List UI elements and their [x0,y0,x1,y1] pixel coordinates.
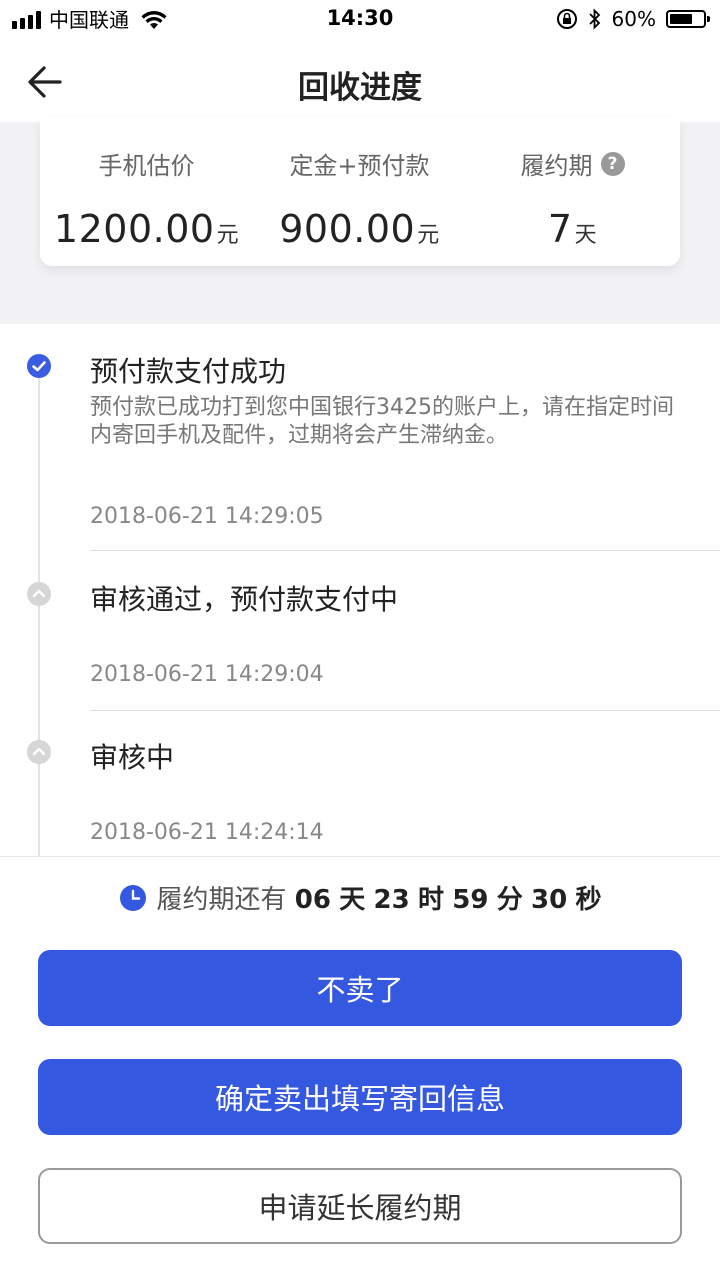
battery-percent: 60% [611,7,656,31]
countdown: 履约期还有 06 天 23 时 59 分 30 秒 [0,879,720,916]
progress-timeline: 预付款支付成功 预付款已成功打到您中国银行3425的账户上，请在指定时间内寄回手… [0,324,720,856]
page-title: 回收进度 [298,70,422,106]
rotation-lock-icon [556,9,577,29]
status-right: 60% [556,7,710,31]
chevron-up-icon [27,740,51,764]
estimate-column: 手机估价 1200.00元 [40,118,253,251]
deposit-column: 定金+预付款 900.00元 [253,118,466,251]
countdown-seconds-unit: 秒 [575,885,602,915]
cancel-sale-button[interactable]: 不卖了 [38,950,682,1026]
battery-icon [666,10,710,28]
clock-icon [119,884,146,911]
timeline-time: 2018-06-21 14:24:14 [90,820,324,845]
bottom-panel: 履约期还有 06 天 23 时 59 分 30 秒 不卖了 确定卖出填写寄回信息… [0,856,720,1281]
period-label: 履约期 [520,152,593,180]
check-icon [27,354,51,378]
timeline-description: 预付款已成功打到您中国银行3425的账户上，请在指定时间内寄回手机及配件，过期将… [90,395,674,448]
timeline-time: 2018-06-21 14:29:05 [90,504,324,529]
timeline-time: 2018-06-21 14:29:04 [90,662,324,687]
deposit-label: 定金+预付款 [289,152,430,180]
deposit-unit: 元 [417,223,440,248]
divider [90,550,720,551]
timeline-title: 审核通过，预付款支付中 [90,583,399,616]
deposit-value: 900.00 [279,207,416,251]
estimate-unit: 元 [216,223,240,248]
timeline-title: 审核中 [90,741,175,774]
question-circle-icon[interactable]: ? [600,151,625,176]
summary-card: 手机估价 1200.00元 定金+预付款 900.00元 履约期 ? 7天 [40,118,680,266]
countdown-seconds: 30 [531,885,568,915]
status-bar: 中国联通 14:30 60% [0,0,720,40]
bluetooth-icon [588,8,600,30]
divider [90,710,720,711]
countdown-hours: 23 [373,885,410,915]
timeline-line [38,366,40,856]
nav-bar: 回收进度 [0,40,720,122]
period-unit: 天 [574,223,598,248]
period-value: 7 [547,207,573,251]
countdown-prefix: 履约期还有 [156,885,287,915]
confirm-sale-button[interactable]: 确定卖出填写寄回信息 [38,1059,682,1135]
chevron-up-icon [27,582,51,606]
extend-period-button[interactable]: 申请延长履约期 [38,1168,682,1244]
estimate-label: 手机估价 [98,152,195,180]
estimate-value: 1200.00 [53,207,215,251]
timeline-title: 预付款支付成功 [90,355,287,388]
countdown-days-unit: 天 [339,885,366,915]
countdown-hours-unit: 时 [417,885,444,915]
countdown-minutes-unit: 分 [496,885,523,915]
period-column: 履约期 ? 7天 [466,118,679,251]
countdown-minutes: 59 [452,885,489,915]
countdown-days: 06 [294,885,331,915]
